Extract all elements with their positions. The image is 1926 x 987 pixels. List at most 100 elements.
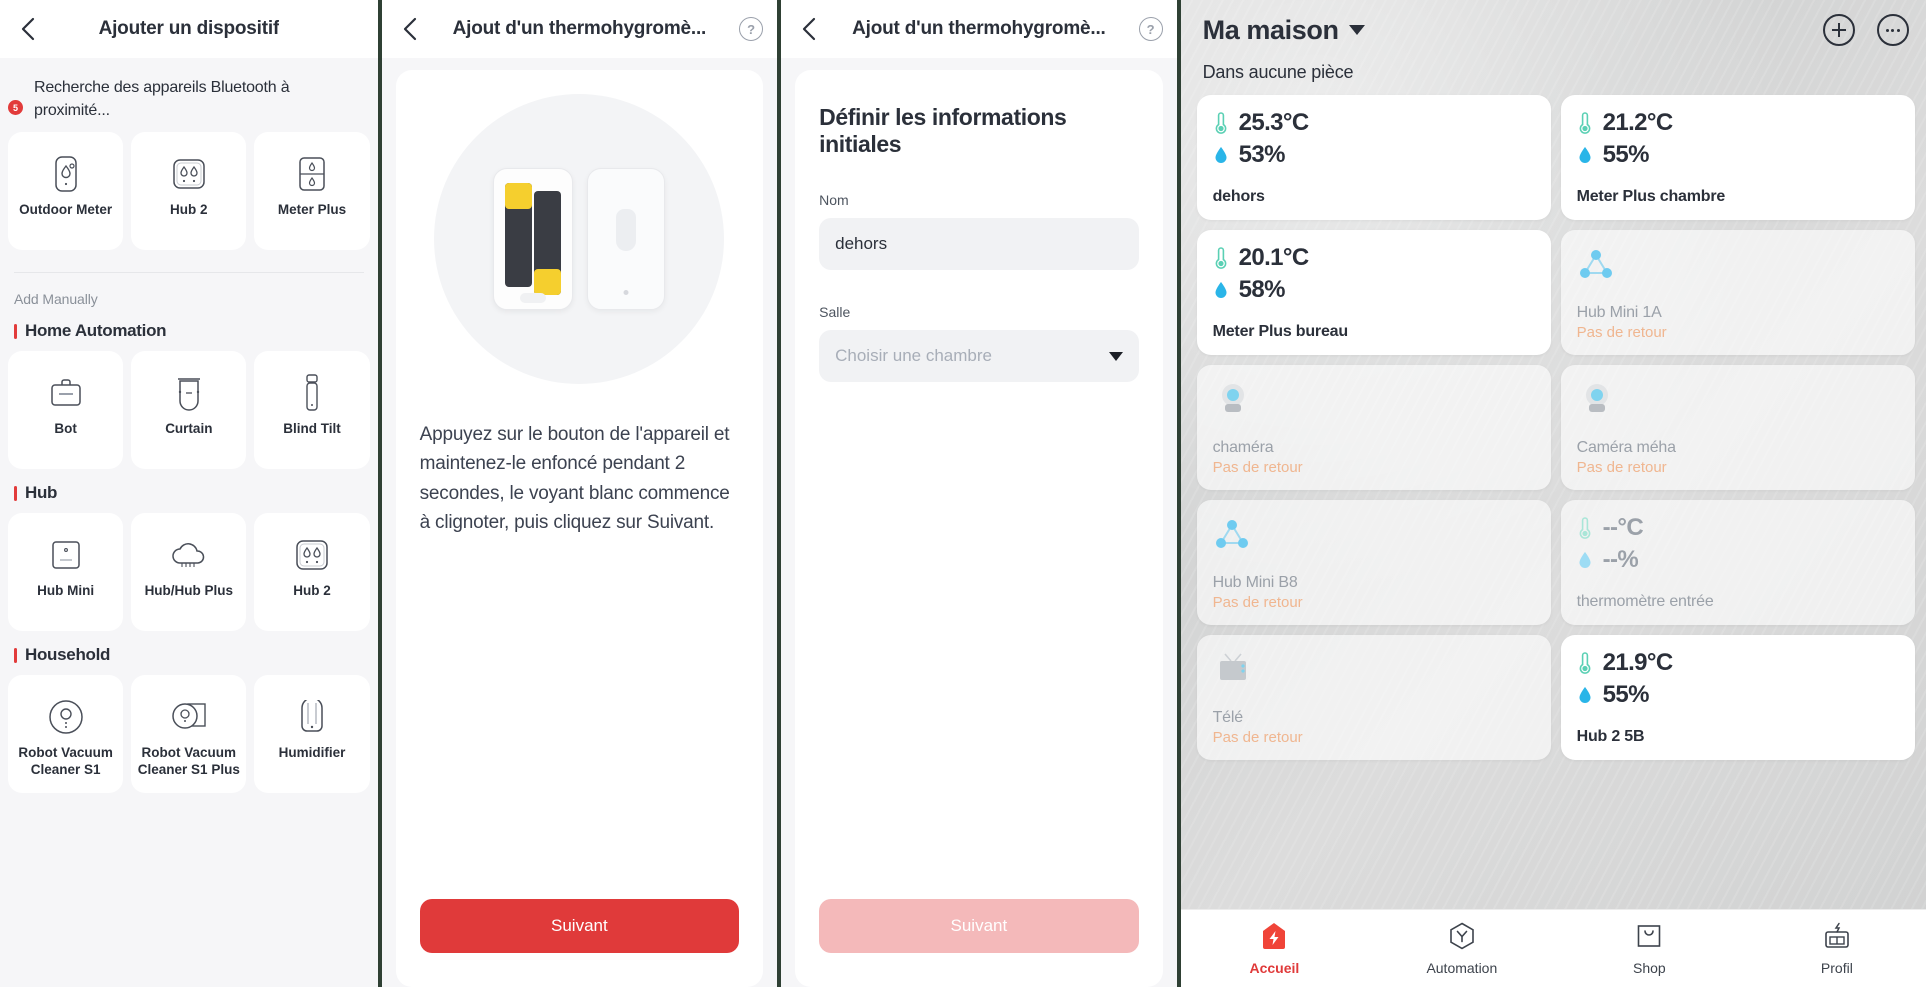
thermometer-icon bbox=[1579, 652, 1590, 674]
home-actions bbox=[1822, 14, 1909, 46]
tile-label: Bot bbox=[54, 421, 77, 437]
device-name: Meter Plus chambre bbox=[1576, 188, 1726, 205]
name-input-value: dehors bbox=[835, 234, 888, 253]
outdoor-meter-icon bbox=[46, 154, 86, 194]
device-tile-hub-plus[interactable]: Hub/Hub Plus bbox=[131, 513, 247, 632]
temperature-metric: 25.3°C bbox=[1213, 109, 1535, 137]
tile-label: Hub Mini bbox=[37, 583, 95, 599]
form-title: Définir les informations initiales bbox=[819, 104, 1067, 157]
device-tile-bot[interactable]: Bot bbox=[8, 351, 124, 470]
panel-initial-info: Ajout d'un thermohygromè... ? Définir le… bbox=[781, 0, 1177, 987]
battery-compartment-illustration bbox=[493, 168, 574, 310]
blind-tilt-icon bbox=[292, 373, 332, 413]
category-grid-household: Robot Vacuum Cleaner S1 Robot Vacuum Cle… bbox=[0, 675, 378, 794]
room-select[interactable]: Choisir une chambre bbox=[819, 330, 1139, 382]
device-tile-curtain[interactable]: Curtain bbox=[131, 351, 247, 470]
device-card-hub-mini-b8[interactable]: Hub Mini B8 Pas de retour bbox=[1196, 500, 1551, 625]
tab-label: Shop bbox=[1633, 959, 1666, 976]
back-button[interactable] bbox=[795, 15, 823, 43]
thermometer-icon bbox=[1215, 247, 1226, 269]
device-card-hub2-5b[interactable]: 21.9°C 55% Hub 2 5B bbox=[1560, 635, 1915, 760]
home-screen: Ma maison Dans aucune pièce 25.3°C 53% d… bbox=[1180, 0, 1926, 987]
category-grid-home-automation: Bot Curtain Blind Tilt bbox=[0, 351, 378, 470]
hub2-icon bbox=[169, 154, 209, 194]
device-card-meter-plus-bureau[interactable]: 20.1°C 58% Meter Plus bureau bbox=[1196, 230, 1551, 355]
humidity-drop-icon bbox=[1579, 552, 1591, 568]
tile-label: Hub 2 bbox=[293, 583, 331, 599]
next-button[interactable]: Suivant bbox=[819, 899, 1139, 953]
tab-automation[interactable]: Automation bbox=[1368, 922, 1556, 976]
humidity-drop-icon bbox=[1215, 147, 1227, 163]
hub-mini-icon bbox=[46, 535, 86, 575]
bottom-tabbar: Accueil Automation Shop Profil bbox=[1180, 909, 1926, 987]
thermometer-icon bbox=[1579, 112, 1590, 134]
profile-icon bbox=[1823, 922, 1851, 955]
bag-icon bbox=[1636, 922, 1662, 955]
discovered-tile-outdoor-meter[interactable]: Outdoor Meter bbox=[8, 132, 124, 251]
device-tile-humidifier[interactable]: Humidifier bbox=[254, 675, 370, 794]
screens-row: Ajouter un dispositif 5 Recherche des ap… bbox=[0, 0, 1926, 987]
card-page-panel2: Appuyez sur le bouton de l'appareil et m… bbox=[382, 58, 778, 987]
device-name: thermomètre entrée bbox=[1576, 593, 1714, 610]
device-card-camera-meha[interactable]: Caméra méha Pas de retour bbox=[1560, 365, 1915, 490]
thermometer-icon bbox=[1215, 112, 1226, 134]
case-notch bbox=[520, 293, 547, 303]
meter-plus-icon bbox=[292, 154, 332, 194]
plus-circle-icon[interactable] bbox=[1822, 14, 1855, 46]
category-accent-bar bbox=[14, 647, 17, 663]
device-card-tele[interactable]: Télé Pas de retour bbox=[1196, 635, 1551, 760]
device-tile-hub2[interactable]: Hub 2 bbox=[254, 513, 370, 632]
tile-label: Robot Vacuum Cleaner S1 Plus bbox=[137, 745, 240, 778]
device-card-dehors[interactable]: 25.3°C 53% dehors bbox=[1196, 95, 1551, 220]
home-title[interactable]: Ma maison bbox=[1203, 15, 1339, 46]
tab-profil[interactable]: Profil bbox=[1743, 922, 1926, 976]
device-status: Pas de retour bbox=[1212, 459, 1303, 476]
room-field-label: Salle bbox=[819, 304, 851, 320]
pair-card: Appuyez sur le bouton de l'appareil et m… bbox=[395, 70, 764, 987]
device-card-meter-plus-chambre[interactable]: 21.2°C 55% Meter Plus chambre bbox=[1560, 95, 1915, 220]
tab-accueil[interactable]: Accueil bbox=[1181, 922, 1369, 976]
navbar-panel3: Ajout d'un thermohygromè... ? bbox=[781, 0, 1177, 58]
tile-label: Hub 2 bbox=[170, 202, 208, 218]
tile-label: Outdoor Meter bbox=[19, 202, 113, 218]
category-title: Home Automation bbox=[25, 321, 167, 341]
device-card-hub-mini-1a[interactable]: Hub Mini 1A Pas de retour bbox=[1560, 230, 1915, 355]
page-title: Ajout d'un thermohygromè... bbox=[852, 18, 1106, 39]
chevron-down-icon[interactable] bbox=[1348, 25, 1365, 35]
discovered-device-grid: Outdoor Meter Hub 2 Meter Plus bbox=[0, 132, 378, 251]
device-card-thermometre-entree[interactable]: --°C --% thermomètre entrée bbox=[1560, 500, 1915, 625]
more-circle-icon[interactable] bbox=[1876, 14, 1909, 46]
room-select-placeholder: Choisir une chambre bbox=[835, 346, 992, 365]
humidity-metric: --% bbox=[1577, 546, 1899, 574]
device-tile-blind-tilt[interactable]: Blind Tilt bbox=[254, 351, 370, 470]
next-button-wrap: Suivant bbox=[396, 899, 764, 987]
device-tile-robot-vacuum-s1[interactable]: Robot Vacuum Cleaner S1 bbox=[8, 675, 124, 794]
device-tile-robot-vacuum-s1-plus[interactable]: Robot Vacuum Cleaner S1 Plus bbox=[131, 675, 247, 794]
device-grid: 25.3°C 53% dehors 21.2°C 55% Meter Plus … bbox=[1181, 95, 1926, 909]
category-heading-hub: Hub bbox=[0, 469, 378, 513]
add-manually-label: Add Manually bbox=[14, 291, 98, 308]
discovered-tile-meter-plus[interactable]: Meter Plus bbox=[254, 132, 370, 251]
device-tile-hub-mini[interactable]: Hub Mini bbox=[8, 513, 124, 632]
page-title: Ajouter un dispositif bbox=[98, 18, 280, 39]
device-name: chaméra bbox=[1212, 439, 1274, 456]
home-header: Ma maison bbox=[1181, 0, 1926, 46]
temperature-value: 25.3°C bbox=[1238, 109, 1310, 136]
help-circle-icon[interactable]: ? bbox=[739, 17, 764, 41]
temperature-value: 20.1°C bbox=[1238, 244, 1310, 271]
back-button[interactable] bbox=[396, 15, 424, 43]
next-button[interactable]: Suivant bbox=[419, 899, 740, 953]
help-circle-icon[interactable]: ? bbox=[1138, 17, 1163, 41]
robot-vacuum-plus-icon bbox=[169, 697, 209, 737]
panel-pair-device: Ajout d'un thermohygromè... ? Appuyez su… bbox=[381, 0, 778, 987]
humidity-value: 58% bbox=[1238, 276, 1286, 303]
tile-label: Blind Tilt bbox=[283, 421, 341, 437]
tile-label: Curtain bbox=[165, 421, 213, 437]
tile-label: Humidifier bbox=[278, 745, 346, 761]
name-input[interactable]: dehors bbox=[819, 218, 1139, 270]
back-button[interactable] bbox=[14, 15, 42, 43]
hexagon-y-icon bbox=[1449, 922, 1475, 955]
discovered-tile-hub2[interactable]: Hub 2 bbox=[131, 132, 247, 251]
device-card-chamera[interactable]: chaméra Pas de retour bbox=[1196, 365, 1551, 490]
tab-shop[interactable]: Shop bbox=[1556, 922, 1744, 976]
